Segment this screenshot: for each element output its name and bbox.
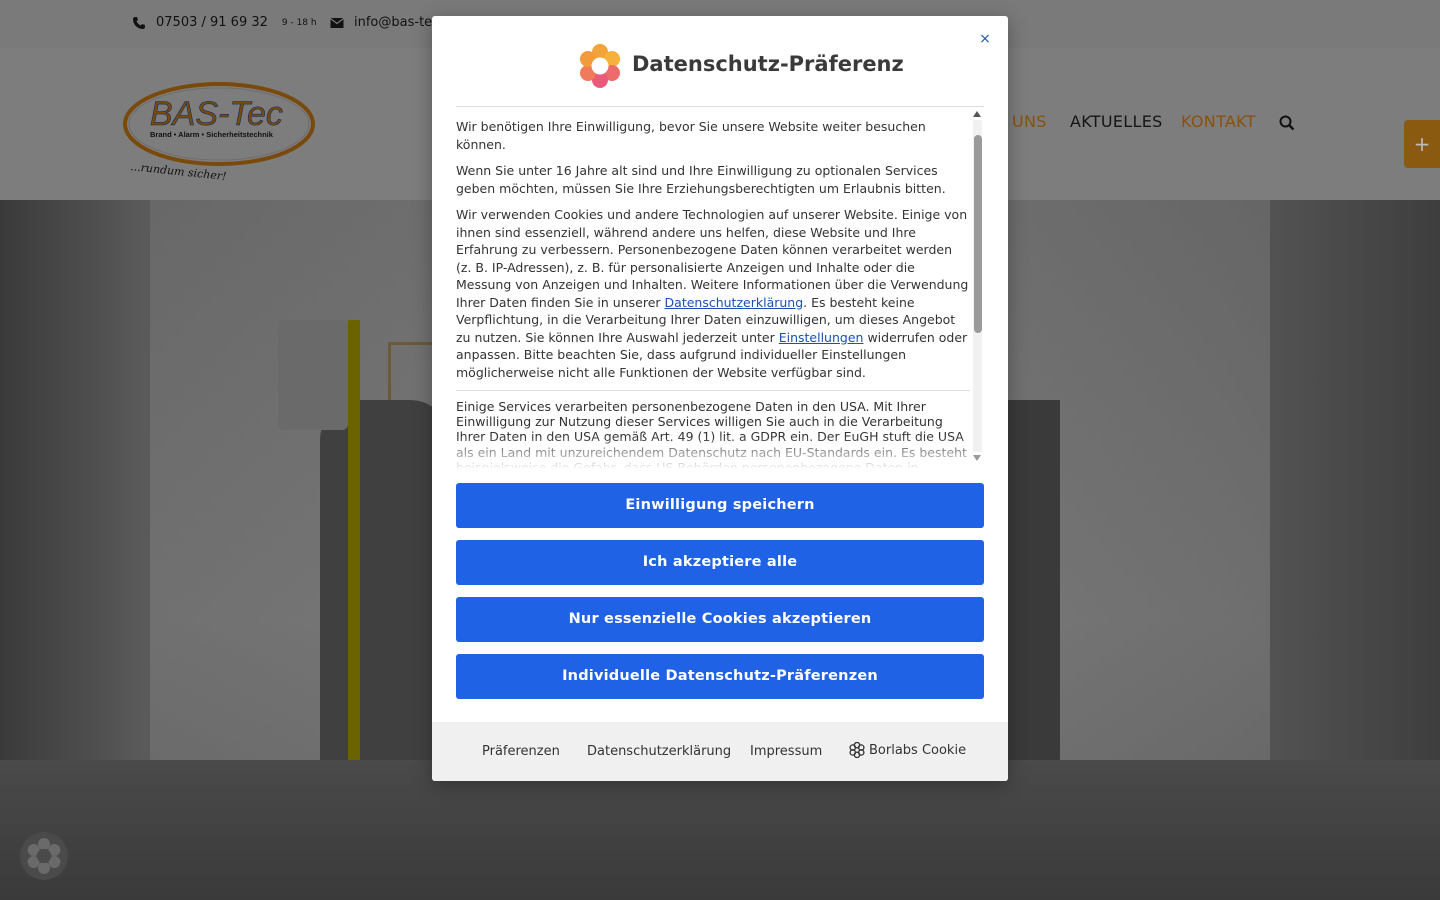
privacy-policy-link[interactable]: Datenschutzerklärung bbox=[665, 295, 804, 310]
text-fade bbox=[456, 436, 970, 470]
dialog-header: Datenschutz-Präferenz × bbox=[432, 16, 1008, 106]
footer-link-preferences[interactable]: Präferenzen bbox=[482, 744, 560, 759]
scrollbar-track[interactable] bbox=[973, 120, 982, 452]
borlabs-logo-icon bbox=[578, 44, 622, 92]
privacy-preference-dialog: Datenschutz-Präferenz × Wir benötigen Ih… bbox=[432, 16, 1008, 781]
consent-paragraph-3: Wir verwenden Cookies und andere Technol… bbox=[456, 206, 970, 381]
scroll-down-arrow-icon[interactable] bbox=[973, 455, 981, 461]
scroll-up-arrow-icon[interactable] bbox=[973, 111, 981, 117]
footer-link-borlabs[interactable]: Borlabs Cookie bbox=[849, 742, 966, 758]
header-divider bbox=[456, 106, 984, 107]
footer-link-privacy[interactable]: Datenschutzerklärung bbox=[587, 744, 731, 759]
consent-paragraph-1: Wir benötigen Ihre Einwilligung, bevor S… bbox=[456, 119, 926, 152]
accept-essential-button[interactable]: Nur essenzielle Cookies akzeptieren bbox=[456, 597, 984, 642]
settings-link[interactable]: Einstellungen bbox=[779, 330, 864, 345]
dialog-footer: Präferenzen Datenschutzerklärung Impress… bbox=[432, 722, 1008, 781]
consent-text-area[interactable]: Wir benötigen Ihre Einwilligung, bevor S… bbox=[456, 118, 970, 468]
footer-link-imprint[interactable]: Impressum bbox=[750, 744, 822, 759]
text-scrollbar[interactable] bbox=[972, 108, 984, 466]
borlabs-small-icon bbox=[849, 742, 865, 758]
text-divider bbox=[456, 390, 970, 391]
accept-all-button[interactable]: Ich akzeptiere alle bbox=[456, 540, 984, 585]
scrollbar-thumb[interactable] bbox=[974, 135, 982, 333]
dialog-title: Datenschutz-Präferenz bbox=[632, 52, 904, 76]
individual-preferences-button[interactable]: Individuelle Datenschutz-Präferenzen bbox=[456, 654, 984, 699]
borlabs-brand-label: Borlabs Cookie bbox=[869, 742, 967, 758]
consent-paragraph-2: Wenn Sie unter 16 Jahre alt sind und Ihr… bbox=[456, 163, 946, 196]
save-consent-button[interactable]: Einwilligung speichern bbox=[456, 483, 984, 528]
close-button[interactable]: × bbox=[976, 30, 994, 48]
